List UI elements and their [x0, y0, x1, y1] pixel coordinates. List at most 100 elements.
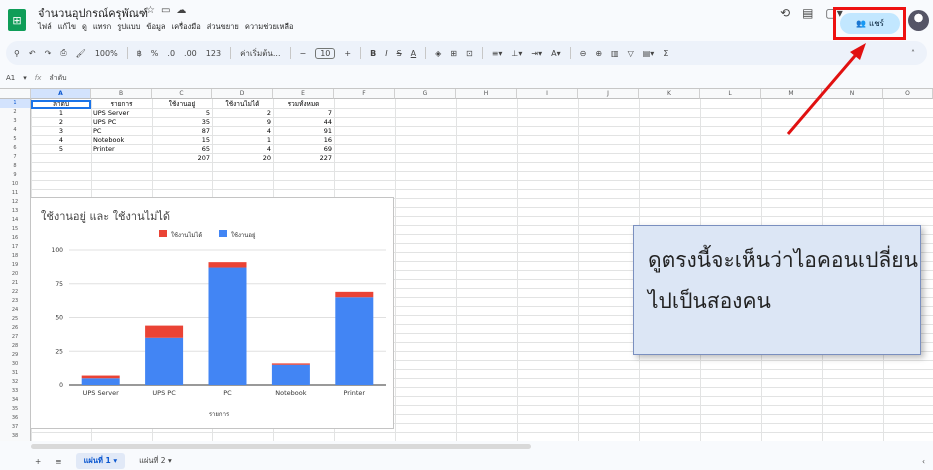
row-header[interactable]: 29 — [0, 351, 31, 360]
avatar[interactable] — [908, 10, 929, 31]
column-header-j[interactable]: J — [578, 89, 639, 99]
merge-cells-icon[interactable]: ⊡ — [466, 49, 473, 58]
percent-button[interactable]: % — [151, 49, 159, 58]
currency-icon[interactable]: ฿ — [137, 49, 142, 58]
table-cell[interactable]: 7 — [273, 109, 334, 118]
row-header[interactable]: 11 — [0, 189, 31, 198]
row-header[interactable]: 36 — [0, 414, 31, 423]
menu-help[interactable]: ความช่วยเหลือ — [245, 21, 294, 33]
filter-icon[interactable]: ▽ — [628, 49, 634, 58]
increase-decimal-button[interactable]: .00 — [184, 49, 197, 58]
name-box-dropdown-icon[interactable]: ▾ — [23, 74, 27, 82]
menu-file[interactable]: ไฟล์ — [38, 21, 52, 33]
fill-color-icon[interactable]: ◈ — [435, 49, 441, 58]
column-header-o[interactable]: O — [883, 89, 933, 99]
insert-link-icon[interactable]: ⊖ — [580, 49, 587, 58]
decrease-decimal-button[interactable]: .0 — [167, 49, 175, 58]
font-size-input[interactable]: 10 — [315, 47, 336, 59]
sheet-tab-1[interactable]: แผ่นที่ 1 ▾ — [75, 453, 126, 469]
row-header[interactable]: 21 — [0, 279, 31, 288]
functions-button[interactable]: Σ — [663, 49, 668, 58]
row-header[interactable]: 20 — [0, 270, 31, 279]
search-menu-icon[interactable]: ⚲ — [14, 49, 20, 58]
paint-format-icon[interactable]: 🖌 — [76, 49, 86, 58]
table-cell[interactable]: Printer — [91, 145, 152, 154]
horizontal-scrollbar[interactable] — [31, 444, 531, 449]
table-cell[interactable]: 3 — [31, 127, 91, 136]
row-header[interactable]: 32 — [0, 378, 31, 387]
column-header-d[interactable]: D — [212, 89, 273, 99]
insert-comment-icon[interactable]: ⊕ — [595, 49, 602, 58]
row-header[interactable]: 3 — [0, 117, 31, 126]
menu-extensions[interactable]: ส่วนขยาย — [207, 21, 239, 33]
table-cell[interactable]: 44 — [273, 118, 334, 127]
row-header[interactable]: 33 — [0, 387, 31, 396]
table-cell[interactable]: 5 — [31, 145, 91, 154]
row-header[interactable]: 26 — [0, 324, 31, 333]
table-cell[interactable]: PC — [91, 127, 152, 136]
table-cell[interactable]: 15 — [152, 136, 212, 145]
row-header[interactable]: 25 — [0, 315, 31, 324]
table-cell[interactable]: 4 — [212, 127, 273, 136]
filter-views-icon[interactable]: ▤▾ — [643, 49, 655, 58]
column-header-e[interactable]: E — [273, 89, 334, 99]
column-header-n[interactable]: N — [822, 89, 883, 99]
table-cell[interactable]: 16 — [273, 136, 334, 145]
row-header[interactable]: 16 — [0, 234, 31, 243]
row-header[interactable]: 1 — [0, 99, 31, 108]
row-header[interactable]: 34 — [0, 396, 31, 405]
row-header[interactable]: 30 — [0, 360, 31, 369]
menu-data[interactable]: ข้อมูล — [146, 21, 165, 33]
row-header[interactable]: 38 — [0, 432, 31, 441]
document-title[interactable]: จำนวนอุปกรณ์ครุพัณฑ์ — [38, 4, 148, 22]
total-cell[interactable]: 20 — [212, 154, 273, 163]
borders-icon[interactable]: ⊞ — [450, 49, 457, 58]
table-cell[interactable]: 2 — [31, 118, 91, 127]
column-header-l[interactable]: L — [700, 89, 761, 99]
row-header[interactable]: 17 — [0, 243, 31, 252]
all-sheets-icon[interactable]: ≡ — [55, 457, 61, 466]
cloud-status-icon[interactable]: ☁ — [176, 5, 186, 16]
row-header[interactable]: 28 — [0, 342, 31, 351]
share-button[interactable]: 👥 แชร์ — [840, 13, 900, 34]
row-header[interactable]: 14 — [0, 216, 31, 225]
table-cell[interactable]: 69 — [273, 145, 334, 154]
undo-icon[interactable]: ↶ — [29, 49, 36, 58]
table-cell[interactable]: Notebook — [91, 136, 152, 145]
move-folder-icon[interactable]: ▭ — [161, 5, 170, 16]
select-all-corner[interactable] — [0, 89, 31, 99]
row-header[interactable]: 19 — [0, 261, 31, 270]
print-icon[interactable]: ⎙ — [60, 48, 66, 58]
row-header[interactable]: 7 — [0, 153, 31, 162]
table-header-cell[interactable]: รวมทั้งหมด — [273, 100, 334, 109]
menu-tools[interactable]: เครื่องมือ — [172, 21, 201, 33]
table-cell[interactable]: 87 — [152, 127, 212, 136]
column-header-a[interactable]: A — [31, 89, 91, 99]
table-cell[interactable]: UPS Server — [91, 109, 152, 118]
row-header[interactable]: 18 — [0, 252, 31, 261]
column-header-i[interactable]: I — [517, 89, 578, 99]
text-color-button[interactable]: A — [411, 49, 416, 58]
row-header[interactable]: 23 — [0, 297, 31, 306]
table-cell[interactable]: 2 — [212, 109, 273, 118]
total-cell[interactable]: 227 — [273, 154, 334, 163]
total-cell[interactable]: 207 — [152, 154, 212, 163]
row-header[interactable]: 9 — [0, 171, 31, 180]
row-header[interactable]: 22 — [0, 288, 31, 297]
table-cell[interactable]: 91 — [273, 127, 334, 136]
insert-chart-icon[interactable]: ▥ — [611, 49, 619, 58]
row-header[interactable]: 35 — [0, 405, 31, 414]
align-horizontal-icon[interactable]: ≡▾ — [492, 49, 503, 58]
column-header-f[interactable]: F — [334, 89, 395, 99]
column-header-b[interactable]: B — [91, 89, 152, 99]
collapse-menu-icon[interactable]: ˄ — [911, 49, 915, 58]
row-header[interactable]: 8 — [0, 162, 31, 171]
table-cell[interactable]: 4 — [212, 145, 273, 154]
redo-icon[interactable]: ↷ — [45, 49, 52, 58]
table-header-cell[interactable]: รายการ — [91, 100, 152, 109]
table-cell[interactable]: 1 — [31, 109, 91, 118]
sheet-grid[interactable]: A B C D E F G H I J K L M N O 1234567891… — [0, 88, 933, 441]
table-cell[interactable]: 65 — [152, 145, 212, 154]
row-header[interactable]: 31 — [0, 369, 31, 378]
align-vertical-icon[interactable]: ⊥▾ — [511, 49, 522, 58]
